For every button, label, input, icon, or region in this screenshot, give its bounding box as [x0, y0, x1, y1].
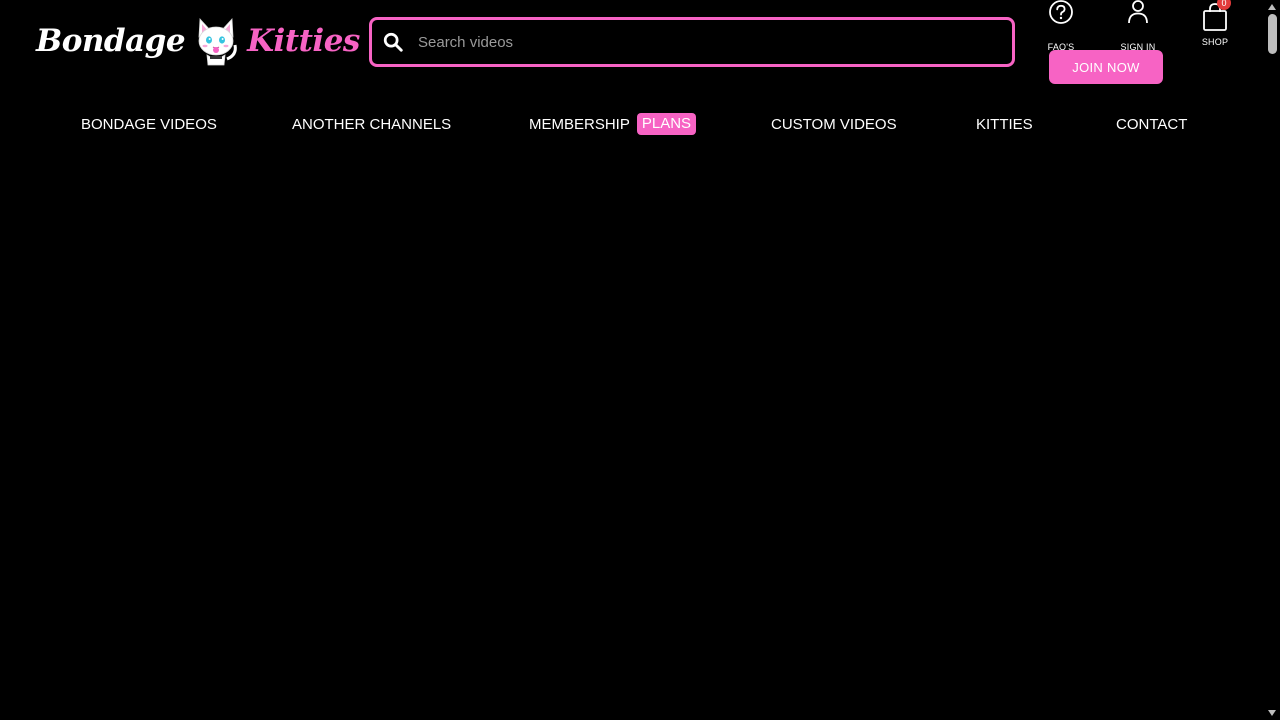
kitty-mascot-icon [198, 18, 237, 66]
site-logo[interactable]: Bondage Kitties [36, 14, 360, 68]
sign-in-link[interactable]: SIGN IN [1115, 0, 1161, 52]
scroll-down-arrow-icon[interactable] [1268, 710, 1276, 716]
scroll-up-arrow-icon[interactable] [1268, 4, 1276, 10]
nav-item-kitties[interactable]: KITTIES [976, 108, 1033, 140]
nav-item-bondage-videos[interactable]: BONDAGE VIDEOS [81, 108, 217, 140]
shop-label: SHOP [1201, 37, 1229, 47]
logo-word-bondage: Bondage [36, 23, 186, 59]
faq-link[interactable]: FAQ'S [1042, 0, 1080, 52]
question-circle-icon [1049, 0, 1073, 24]
nav-item-membership-plans[interactable]: MEMBERSHIP PLANS [529, 108, 697, 140]
search-icon[interactable] [382, 31, 404, 53]
plans-badge: PLANS [636, 113, 697, 135]
search-input[interactable] [416, 20, 1012, 64]
shop-link[interactable]: 0 SHOP [1195, 0, 1235, 47]
nav-item-another-channels[interactable]: ANOTHER CHANNELS [292, 108, 451, 140]
page: Bondage Kitties Search videos FAQ'S SIGN… [0, 0, 1265, 720]
nav-item-membership-label: MEMBERSHIP [529, 115, 630, 133]
nav-item-contact[interactable]: CONTACT [1116, 108, 1187, 140]
join-now-button[interactable]: JOIN NOW [1049, 50, 1163, 84]
main-nav: BONDAGE VIDEOS ANOTHER CHANNELS MEMBERSH… [0, 108, 1265, 140]
page-scrollbar[interactable] [1265, 0, 1280, 720]
logo-word-kitties: Kitties [247, 23, 360, 59]
nav-item-custom-videos[interactable]: CUSTOM VIDEOS [771, 108, 897, 140]
user-icon [1128, 0, 1148, 24]
scroll-thumb[interactable] [1268, 14, 1277, 54]
search-box [369, 17, 1015, 67]
